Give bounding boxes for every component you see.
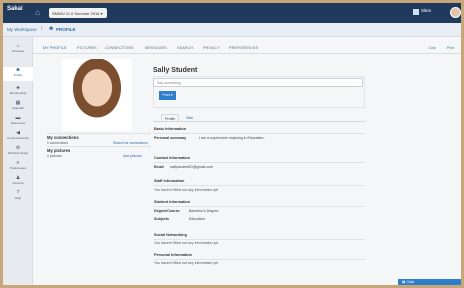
sidebar-item-announcements[interactable]: ◀ Announcements	[3, 130, 33, 144]
print-button[interactable]: Print	[447, 46, 454, 50]
sidebar-item-help[interactable]: ? Help	[3, 190, 33, 204]
pictures-title: My pictures	[47, 148, 71, 153]
email-label: Email	[154, 165, 164, 169]
chat-button[interactable]: ▣ Chat	[398, 279, 461, 285]
tab-divider	[153, 121, 365, 122]
sidebar-item-label: Membership	[9, 91, 27, 95]
student-info-heading: Student Information	[154, 200, 191, 204]
tool-privacy[interactable]: PRIVACY	[203, 46, 220, 50]
sidebar-item-membership[interactable]: ♣ Membership	[3, 85, 33, 99]
basic-info-heading: Basic Information	[154, 127, 187, 131]
sidebar-item-preferences[interactable]: ≡ Preferences	[3, 160, 33, 174]
degree-label: Degree/Course	[154, 209, 180, 213]
home-icon[interactable]: ⌂	[35, 8, 43, 17]
tool-messages[interactable]: MESSAGES	[145, 46, 167, 50]
profile-main: Sally Student Say something Post it Prof…	[153, 67, 365, 285]
tool-connections[interactable]: CONNECTIONS	[105, 46, 134, 50]
sidebar-item-label: Worksite Setup	[7, 151, 29, 155]
breadcrumb-current: PROFILE	[56, 27, 76, 32]
tool-search[interactable]: SEARCH	[177, 46, 193, 50]
profile-sidebar: My connections 0 connections Search for …	[47, 59, 151, 179]
sakai-logo: Sakai	[7, 6, 23, 12]
person-icon: ☻	[48, 26, 55, 32]
divider	[153, 259, 365, 260]
sidebar-item-account[interactable]: ♟ Account	[3, 175, 33, 189]
user-avatar[interactable]	[450, 7, 461, 18]
personal-info-empty: You haven't filled out any information y…	[154, 261, 219, 265]
social-heading: Social Networking	[154, 233, 187, 237]
sidebar-item-worksite-setup[interactable]: ⚙ Worksite Setup	[3, 145, 33, 159]
sidebar-item-label: Help	[14, 196, 22, 200]
sidebar-item-label: Profile	[13, 73, 23, 77]
personal-info-heading: Personal Information	[154, 253, 192, 257]
contact-info-heading: Contact Information	[154, 156, 191, 160]
connections-count: 0 connections	[47, 141, 68, 145]
profile-photo[interactable]	[62, 59, 132, 131]
connections-title: My connections	[47, 135, 79, 140]
sidebar-item-label: Account	[12, 181, 24, 185]
subjects-value: Education	[189, 217, 205, 221]
grid-icon[interactable]	[413, 9, 419, 15]
post-button[interactable]: Post it	[159, 91, 176, 100]
tool-preferences[interactable]: PREFERENCES	[229, 46, 258, 50]
staff-info-heading: Staff Information	[154, 179, 185, 183]
top-bar: Sakai ⌂ SMWU 11.0 Summer 2016 ▾ Sites	[3, 3, 461, 23]
profile-toolbar: MY PROFILE PICTURES CONNECTIONS MESSAGES…	[33, 43, 461, 54]
degree-value: Bachelor's Degree	[189, 209, 219, 213]
site-select-value: SMWU 11.0 Summer 2016	[52, 11, 100, 16]
divider	[153, 239, 365, 240]
sidebar-item-overview[interactable]: ⌂ Overview	[3, 43, 33, 57]
divider	[153, 162, 365, 163]
subjects-label: Subjects	[154, 217, 169, 221]
tool-my-profile[interactable]: MY PROFILE	[43, 46, 67, 50]
site-select[interactable]: SMWU 11.0 Summer 2016 ▾	[49, 8, 107, 18]
sidebar-item-resources[interactable]: ▬ Resources	[3, 115, 33, 129]
divider	[47, 146, 151, 147]
search-connections-link[interactable]: Search for connections	[113, 141, 148, 145]
social-empty: You haven't filled out any information y…	[154, 241, 219, 245]
sidebar-item-label: Announcements	[7, 136, 29, 140]
sites-button[interactable]: Sites	[421, 8, 431, 13]
staff-info-empty: You haven't filled out any information y…	[154, 188, 219, 192]
app-window: Sakai ⌂ SMWU 11.0 Summer 2016 ▾ Sites My…	[3, 3, 461, 285]
status-input[interactable]: Say something	[153, 78, 363, 87]
tool-pictures[interactable]: PICTURES	[77, 46, 97, 50]
sidebar-item-profile[interactable]: ☻ Profile	[3, 67, 33, 81]
sidebar-item-label: Resources	[10, 121, 26, 125]
sidebar: ⌂ Overview ☻ Profile ♣ Membership ▦ Calendar…	[3, 37, 33, 285]
divider	[47, 133, 151, 134]
divider	[153, 185, 365, 186]
pictures-count: 0 pictures	[47, 154, 62, 158]
link-button[interactable]: Link	[429, 46, 436, 50]
personal-summary-label: Personal summary	[154, 136, 187, 140]
add-pictures-link[interactable]: Add pictures	[123, 154, 142, 158]
sidebar-item-label: Overview	[11, 49, 25, 53]
email-value: sallystudent01@gmail.com	[170, 165, 213, 169]
personal-summary-value: I am a sophomore majoring in Education.	[199, 136, 265, 140]
sidebar-item-label: Preferences	[9, 166, 27, 170]
sidebar-item-label: Calendar	[11, 106, 25, 110]
chat-label: Chat	[406, 280, 414, 284]
divider	[153, 206, 365, 207]
divider	[153, 133, 365, 134]
profile-name: Sally Student	[153, 67, 198, 74]
breadcrumb: My Workspace / ☻ PROFILE	[3, 23, 461, 37]
breadcrumb-separator: /	[41, 26, 43, 32]
sidebar-item-calendar[interactable]: ▦ Calendar	[3, 100, 33, 114]
breadcrumb-workspace[interactable]: My Workspace	[7, 27, 37, 32]
